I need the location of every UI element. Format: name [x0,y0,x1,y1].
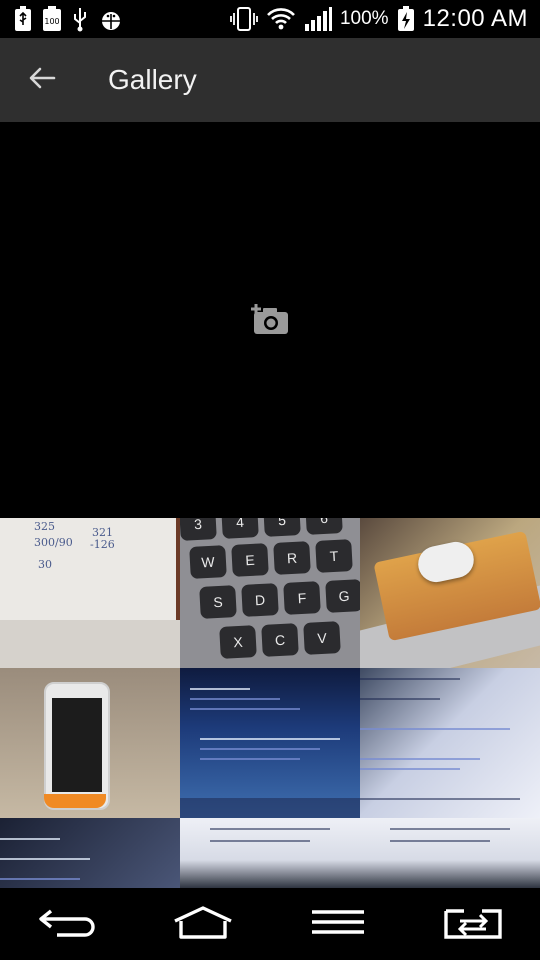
code-line [0,858,90,860]
status-bar: 100 100% 12:00 AM [0,0,540,38]
app-bar: Gallery [0,38,540,122]
keyboard-key: 4 [221,518,259,539]
keyboard-key: 5 [263,518,301,537]
code-line [200,748,320,750]
code-line [390,828,510,830]
keyboard-key: F [283,581,321,615]
keyboard-key: E [231,543,269,577]
gallery-grid: 325 300/90 30 321 -126 3 4 5 6 W E R T S… [0,518,540,888]
battery-100-icon: 100 [42,6,62,32]
navigation-bar [0,888,540,960]
code-line [360,768,460,770]
phone [44,682,110,810]
monitor-code-photo-2[interactable] [0,818,180,888]
battery-percent: 100% [339,8,389,29]
keyboard-key: T [315,539,353,573]
home-nav-icon [171,905,235,944]
phone-on-desk-photo[interactable] [0,668,180,818]
keyboard-key: D [241,583,279,617]
code-line [190,708,300,710]
code-line [360,678,460,680]
laptop-code-photo[interactable] [180,668,360,818]
monitor-code-photo-1[interactable] [360,668,540,818]
battery-charging-icon [397,6,415,32]
code-line [360,798,520,800]
taskbar-photo-2[interactable] [360,818,540,888]
keyboard-key: V [303,621,341,655]
code-line [360,758,480,760]
whiteboard-frame [0,518,180,626]
add-photo-button[interactable] [240,290,300,350]
nav-home-button[interactable] [158,894,248,954]
keyboard-key: X [219,625,257,659]
menu-nav-icon [310,908,366,941]
whiteboard-photo[interactable]: 325 300/90 30 321 -126 [0,518,180,668]
back-nav-icon [37,905,99,944]
code-line [0,838,60,840]
phone-screen [52,698,102,792]
keyboard-key: R [273,541,311,575]
back-button[interactable] [0,38,84,122]
wifi-icon [266,7,296,31]
code-line [190,698,280,700]
code-line [210,840,310,842]
signal-icon [304,6,332,32]
keyboard-key: S [199,585,237,619]
keyboard-key: C [261,623,299,657]
code-line [200,738,340,740]
keyboard-photo[interactable]: 3 4 5 6 W E R T S D F G X C V [180,518,360,668]
whiteboard-note: 325 [34,520,55,533]
dual-window-icon [442,903,504,946]
phone-case [44,794,106,808]
code-line [190,688,250,690]
code-line [360,698,440,700]
code-line [200,758,300,760]
svg-text:100: 100 [44,17,59,26]
laptop-keyboard-edge [180,798,360,818]
page-title: Gallery [108,64,197,95]
android-debug-icon [98,6,124,32]
keyboard-key: 6 [305,518,343,535]
code-line [0,878,80,880]
arrow-back-icon [28,66,56,95]
add-photo-camera-icon [250,300,290,341]
keyboard-key: G [325,579,360,613]
whiteboard-note: 300/90 [34,536,73,549]
mouse-on-pad-photo[interactable] [360,518,540,668]
status-icons-left: 100 [0,6,124,32]
wall-area [0,620,180,668]
code-line [390,840,490,842]
whiteboard-note: 30 [38,558,52,571]
nav-back-button[interactable] [23,894,113,954]
usb-icon [72,6,88,32]
taskbar-photo-1[interactable] [180,818,360,888]
code-line [360,728,510,730]
usb-charging-icon [14,6,32,32]
keyboard-key: 3 [180,518,217,541]
nav-dual-window-button[interactable] [428,894,518,954]
keyboard-key: W [189,545,227,579]
whiteboard-note: -126 [90,538,115,551]
code-line [210,828,330,830]
vibrate-icon [230,6,258,32]
status-clock: 12:00 AM [422,5,528,32]
camera-capture-area[interactable] [0,122,540,518]
nav-menu-button[interactable] [293,894,383,954]
status-icons-right: 100% 12:00 AM [230,5,540,33]
